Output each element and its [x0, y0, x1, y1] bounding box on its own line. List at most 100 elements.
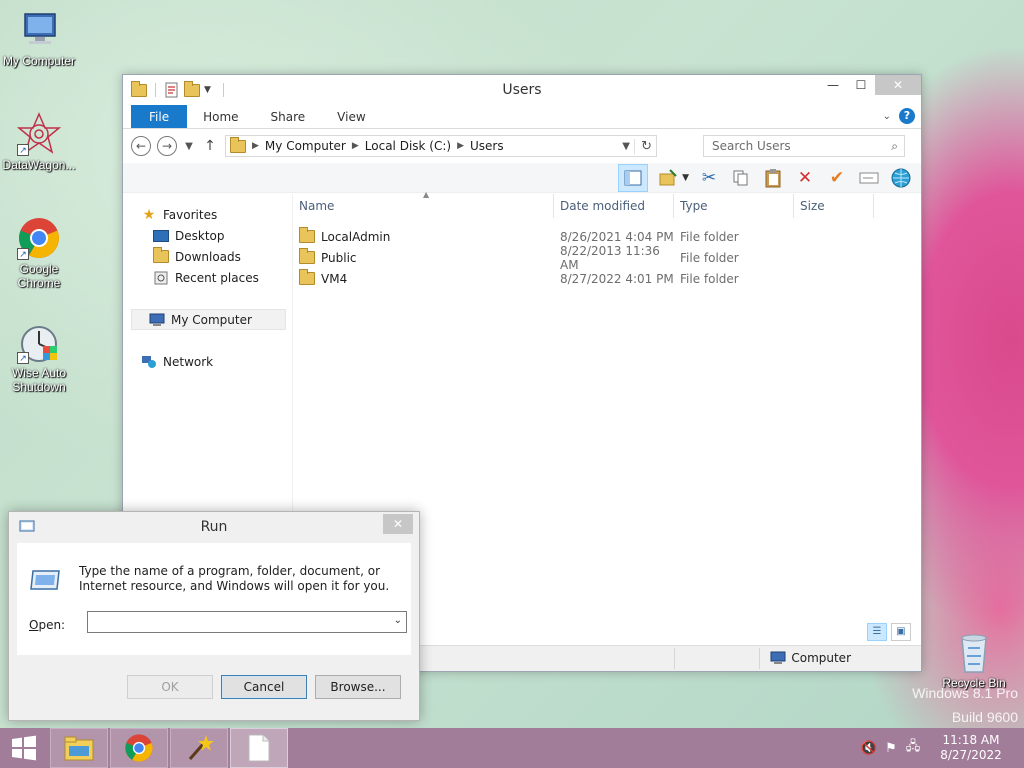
explorer-titlebar[interactable]: ▼ Users — ☐ ✕ — [123, 75, 921, 105]
network-globe-button[interactable] — [889, 166, 913, 190]
folder-icon — [299, 269, 315, 285]
back-button[interactable]: ← — [131, 136, 151, 156]
volume-muted-icon[interactable]: 🔇 — [858, 741, 880, 756]
cancel-button[interactable]: Cancel — [221, 675, 307, 699]
ok-button[interactable]: OK — [127, 675, 213, 699]
copy-button[interactable] — [729, 166, 753, 190]
run-program-icon — [29, 567, 63, 593]
file-date: 8/22/2013 11:36 AM — [560, 243, 660, 272]
breadcrumb-users[interactable]: Users — [470, 139, 504, 153]
properties-icon[interactable] — [164, 82, 180, 98]
properties-check-button[interactable]: ✔ — [825, 166, 849, 190]
refresh-icon[interactable]: ↻ — [634, 138, 652, 154]
taskbar-run-window[interactable] — [230, 728, 288, 768]
taskbar-chrome[interactable] — [110, 728, 168, 768]
file-name: Public — [321, 250, 357, 265]
desktop-icon-recycle-bin[interactable]: Recycle Bin — [935, 630, 1013, 690]
new-folder-icon[interactable] — [184, 80, 200, 97]
chevron-down-icon[interactable]: ▼ — [682, 173, 689, 183]
table-row[interactable]: Public 8/22/2013 11:36 AM File folder — [293, 244, 921, 272]
file-date: 8/26/2021 4:04 PM — [560, 229, 674, 244]
file-date: 8/27/2022 4:01 PM — [560, 271, 674, 286]
taskbar-magic-wand-app[interactable] — [170, 728, 228, 768]
nav-item-desktop[interactable]: Desktop — [123, 225, 292, 246]
action-center-flag-icon[interactable]: ⚑ — [880, 741, 902, 756]
tab-file[interactable]: File — [131, 105, 188, 128]
nav-item-label: Downloads — [175, 249, 241, 264]
table-row[interactable]: VM4 8/27/2022 4:01 PM File folder — [293, 268, 921, 289]
datawagon-icon: ↗ — [16, 112, 62, 156]
address-bar[interactable]: ▶ My Computer ▶ Local Disk (C:) ▶ Users … — [225, 135, 657, 157]
start-button[interactable] — [0, 728, 48, 768]
file-name: VM4 — [321, 271, 348, 286]
desktop-icon-google-chrome[interactable]: ↗ Google Chrome — [0, 216, 78, 290]
column-headers: ▲ Name Date modified Type Size — [293, 190, 921, 218]
open-input[interactable] — [88, 612, 378, 632]
recycle-bin-icon — [952, 630, 996, 674]
breadcrumb-my-computer[interactable]: My Computer — [265, 139, 346, 153]
file-type: File folder — [680, 229, 739, 244]
browse-button[interactable]: Browse... — [315, 675, 401, 699]
quick-access-toolbar: ▼ — [123, 80, 224, 98]
help-icon[interactable]: ? — [899, 108, 915, 124]
address-dropdown-icon[interactable]: ▼ — [622, 141, 630, 152]
forward-button[interactable]: → — [157, 136, 177, 156]
window-controls: — ☐ ✕ — [819, 75, 921, 95]
cut-button[interactable]: ✂ — [697, 166, 721, 190]
view-mode-buttons: ☰ ▣ — [867, 623, 911, 641]
tab-home[interactable]: Home — [187, 105, 254, 128]
status-location: Computer — [770, 651, 851, 665]
nav-item-label: Network — [163, 354, 214, 369]
close-button[interactable]: ✕ — [383, 514, 413, 534]
address-bar-row: ← → ▼ ↑ ▶ My Computer ▶ Local Disk (C:) … — [123, 129, 921, 163]
run-titlebar[interactable]: Run ✕ — [9, 512, 419, 542]
new-folder-button[interactable] — [656, 166, 680, 190]
desktop-icon-label: My Computer — [2, 54, 76, 68]
breadcrumb-local-disk[interactable]: Local Disk (C:) — [365, 139, 451, 153]
nav-item-label: Desktop — [175, 228, 225, 243]
run-title: Run — [200, 519, 228, 535]
wise-shutdown-icon: ↗ — [17, 320, 61, 364]
column-header-size[interactable]: Size — [794, 194, 874, 218]
details-view-button[interactable]: ☰ — [867, 623, 887, 641]
network-icon[interactable]: 🖧 — [902, 737, 924, 759]
open-combobox[interactable]: ⌄ — [87, 611, 407, 633]
nav-item-my-computer[interactable]: My Computer — [131, 309, 286, 330]
chevron-down-icon[interactable]: ▼ — [204, 85, 211, 95]
close-button[interactable]: ✕ — [875, 75, 921, 95]
nav-item-network[interactable]: Network — [123, 351, 292, 372]
window-title: Users — [502, 82, 542, 98]
nav-favorites[interactable]: ★ Favorites — [123, 204, 292, 225]
column-header-date-modified[interactable]: Date modified — [554, 194, 674, 218]
column-header-type[interactable]: Type — [674, 194, 794, 218]
recent-locations-icon[interactable]: ▼ — [183, 141, 195, 152]
minimize-button[interactable]: — — [819, 75, 847, 95]
desktop-icon-label: DataWagon... — [2, 158, 76, 172]
tab-view[interactable]: View — [321, 105, 381, 128]
expand-ribbon-icon[interactable]: ⌄ — [883, 111, 891, 122]
folder-icon — [131, 80, 147, 97]
search-input[interactable]: Search Users ⌕ — [703, 135, 905, 157]
tab-share[interactable]: Share — [255, 105, 322, 128]
desktop-icon-datawagon[interactable]: ↗ DataWagon... — [0, 112, 78, 172]
nav-item-downloads[interactable]: Downloads — [123, 246, 292, 267]
taskbar: 🔇 ⚑ 🖧 11:18 AM 8/27/2022 — [0, 728, 1024, 768]
desktop-icon-wise-auto-shutdown[interactable]: ↗ Wise Auto Shutdown — [0, 320, 78, 394]
desktop-icon-label: Google Chrome — [17, 262, 61, 290]
paste-button[interactable] — [761, 166, 785, 190]
up-button[interactable]: ↑ — [201, 138, 219, 154]
open-label: Open: — [29, 618, 65, 632]
clock[interactable]: 11:18 AM 8/27/2022 — [936, 733, 1006, 763]
large-icons-view-button[interactable]: ▣ — [891, 623, 911, 641]
preview-pane-button[interactable] — [618, 163, 649, 192]
maximize-button[interactable]: ☐ — [847, 75, 875, 95]
desktop-icon-my-computer[interactable]: My Computer — [0, 8, 78, 68]
delete-button[interactable]: ✕ — [793, 166, 817, 190]
nav-item-recent-places[interactable]: Recent places — [123, 267, 292, 288]
taskbar-file-explorer[interactable] — [50, 728, 108, 768]
rename-button[interactable] — [857, 166, 881, 190]
computer-icon — [149, 313, 165, 327]
search-icon: ⌕ — [891, 138, 898, 153]
chevron-down-icon[interactable]: ⌄ — [394, 615, 402, 626]
